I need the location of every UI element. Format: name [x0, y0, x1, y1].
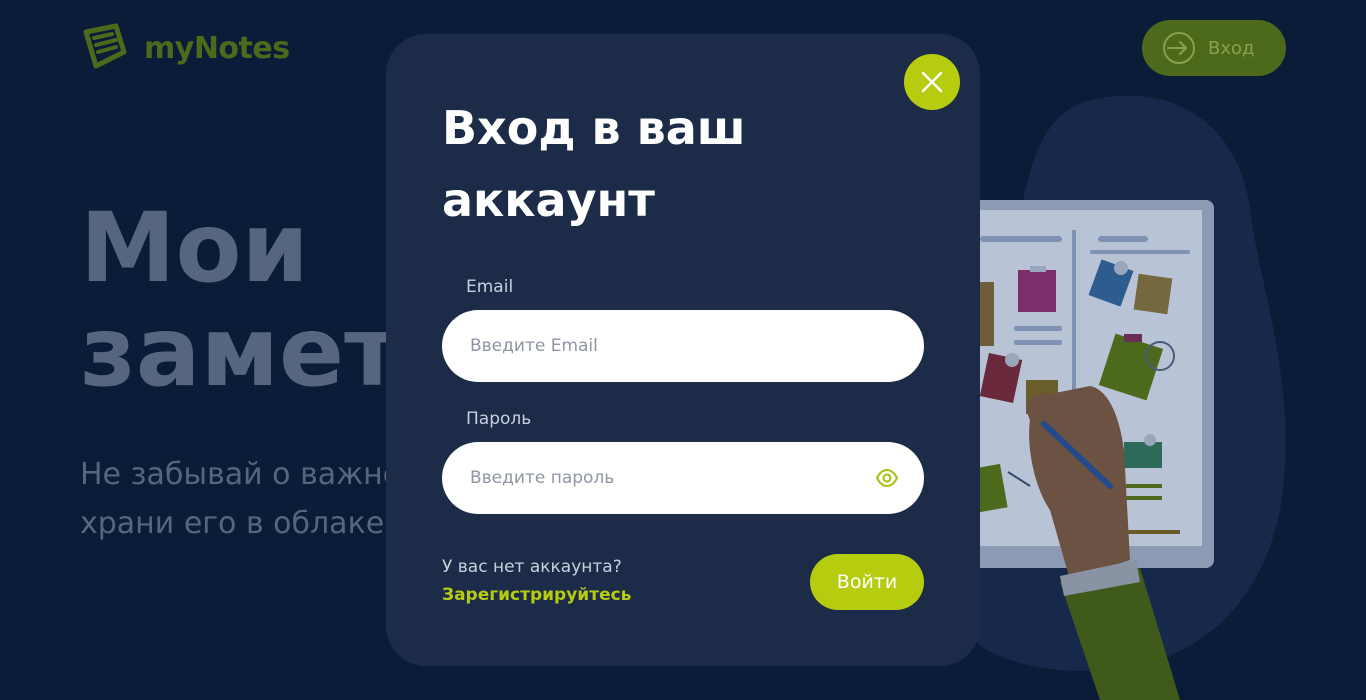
login-arrow-icon [1163, 32, 1195, 64]
password-field-wrapper [442, 442, 924, 514]
logo-text: myNotes [144, 30, 290, 66]
password-input[interactable] [442, 442, 924, 514]
eye-icon[interactable] [876, 468, 898, 488]
password-label: Пароль [466, 409, 532, 429]
modal-title-line-1: Вход в ваш [442, 101, 746, 155]
no-account-text: У вас нет аккаунта? [442, 557, 622, 577]
login-submit-button[interactable]: Войти [810, 554, 924, 610]
register-link[interactable]: Зарегистрируйтесь [442, 585, 631, 605]
modal-title-line-2: аккаунт [442, 173, 655, 227]
header-login-label: Вход [1208, 37, 1255, 59]
header-login-button[interactable]: Вход [1142, 20, 1286, 76]
login-modal: Вход в ваш аккаунт Email Пароль У вас не… [386, 34, 980, 666]
notes-board-illustration [956, 95, 1286, 700]
close-icon [921, 71, 943, 93]
email-field-wrapper [442, 310, 924, 382]
email-label: Email [466, 277, 514, 297]
logo[interactable]: myNotes [80, 22, 290, 74]
email-input[interactable] [442, 310, 924, 382]
close-button[interactable] [904, 54, 960, 110]
modal-title: Вход в ваш аккаунт [442, 92, 842, 236]
notes-logo-icon [83, 23, 127, 69]
